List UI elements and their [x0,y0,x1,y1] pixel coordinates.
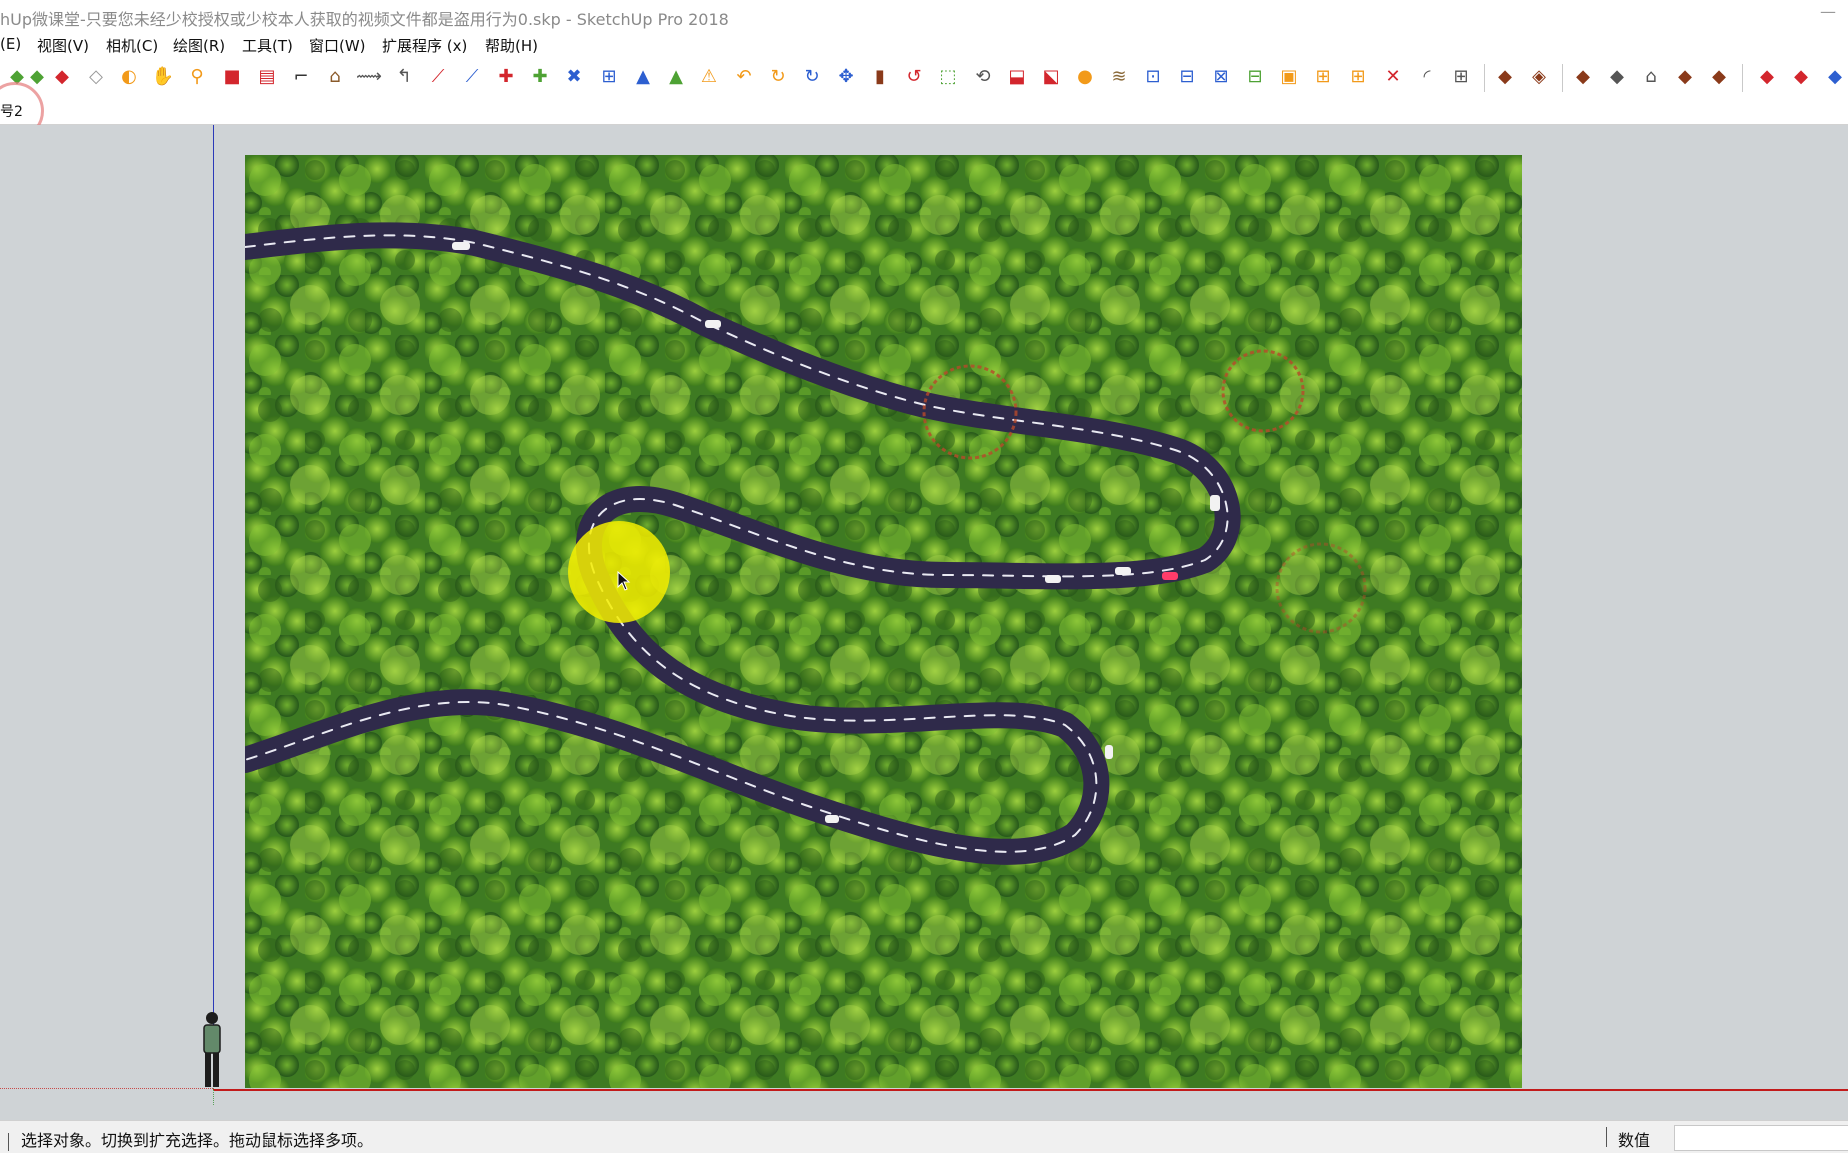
modeling-viewport[interactable] [0,125,1848,1125]
scene-tabs-bar: 号2 [0,98,1848,125]
arc-icon[interactable]: ⌐ [290,66,312,88]
paint-bucket-icon[interactable]: ◆ [26,66,48,88]
entity-info-icon[interactable]: ⊠ [1210,66,1232,88]
fog-icon[interactable]: ⬕ [1040,66,1062,88]
walk-icon[interactable]: ↻ [801,66,823,88]
toolbar-separator [1742,64,1743,92]
menu-camera[interactable]: 相机(C) [106,35,158,56]
sandbox-icon[interactable]: ✕ [1382,66,1404,88]
scale-icon[interactable]: ✖ [563,66,585,88]
shadow-icon[interactable]: ⬓ [1006,66,1028,88]
minimize-button[interactable]: — [1820,2,1836,21]
rectangle-icon[interactable]: ■ [221,66,243,88]
measurements-label: 数值 [1618,1131,1651,1150]
title-bar: hUp微课堂-只要您未经少校授权或少校本人获取的视频文件都是盗用行为0.skp … [0,0,1848,32]
orbit-icon[interactable]: ◐ [118,66,140,88]
window-title: hUp微课堂-只要您未经少校授权或少校本人获取的视频文件都是盗用行为0.skp … [0,10,729,29]
protractor-icon[interactable]: ▲ [632,66,654,88]
undo-icon[interactable]: ↺ [903,66,925,88]
mouse-cursor-icon [617,571,631,591]
instructor-icon[interactable]: ▣ [1278,66,1300,88]
large-toolset-toolbar: ◆ ◆ ◆ ◇ ◐ ✋ ⚲ ■ ▤ ⌐ ⌂ ⟿ ↰ ⟋ ⟋ ✚ ✚ ✖ ⊞ ▲ … [0,58,1848,99]
dimension-icon[interactable]: ▲ [665,66,687,88]
trim-icon[interactable]: ◆ [1824,66,1846,88]
eraser-icon[interactable]: ◆ [51,66,73,88]
extension-icon[interactable]: ◆ [1606,66,1628,88]
photo-match-icon[interactable]: ⊞ [1312,66,1334,88]
section-icon[interactable]: ▤ [256,66,278,88]
scene-icon[interactable]: ⊡ [1142,66,1164,88]
stamp-icon[interactable]: ◜ [1416,66,1438,88]
status-bar: 选择对象。切换到扩充选择。拖动鼠标选择多项。 数值 [0,1120,1848,1153]
flip-edge-icon[interactable]: ◈ [1528,66,1550,88]
rotate-icon[interactable]: ✚ [529,66,551,88]
drape-icon[interactable]: ⊞ [1450,66,1472,88]
toolbar-separator [1562,64,1563,92]
axes-icon[interactable]: ↶ [733,66,755,88]
follow-me-icon[interactable]: ⌂ [324,66,346,88]
toolbar-separator [1484,64,1485,92]
send-icon[interactable]: ◆ [1674,66,1696,88]
offset-icon[interactable]: ⟿ [356,66,382,88]
look-around-icon[interactable]: ✥ [835,66,857,88]
menu-bar: (E) 视图(V) 相机(C) 绘图(R) 工具(T) 窗口(W) 扩展程序 (… [0,32,1848,58]
line-icon[interactable]: ⟋ [461,66,483,88]
style-icon[interactable]: ⟲ [972,66,994,88]
share-icon[interactable]: ◆ [1708,66,1730,88]
status-message: 选择对象。切换到扩充选择。拖动鼠标选择多项。 [8,1127,373,1151]
status-text: 选择对象。切换到扩充选择。拖动鼠标选择多项。 [21,1131,374,1150]
text-icon[interactable]: ⚠ [698,66,720,88]
status-divider [8,1132,9,1151]
outliner-icon[interactable]: ≋ [1108,66,1130,88]
layer-icon[interactable]: ● [1074,66,1096,88]
menu-edit[interactable]: (E) [0,35,21,53]
measure-divider [1606,1127,1607,1147]
intersect-icon[interactable]: ◆ [1790,66,1812,88]
soften-icon[interactable]: ⊟ [1244,66,1266,88]
add-detail-icon[interactable]: ◆ [1494,66,1516,88]
zoom-icon[interactable]: ⚲ [186,66,208,88]
pushpull-icon[interactable]: ↰ [393,66,415,88]
menu-draw[interactable]: 绘图(R) [173,35,225,56]
redo-icon[interactable]: ⬚ [937,66,959,88]
geo-location-icon[interactable]: ⊞ [1347,66,1369,88]
position-camera-icon[interactable]: ▮ [869,66,891,88]
3d-text-icon[interactable]: ↻ [767,66,789,88]
warehouse-icon[interactable]: ◆ [1572,66,1594,88]
menu-tools[interactable]: 工具(T) [242,35,293,56]
red-axis-negative [0,1088,213,1089]
measurements-input[interactable] [1674,1125,1848,1151]
grid-icon[interactable]: ⊞ [598,66,620,88]
layout-icon[interactable]: ⌂ [1640,66,1662,88]
solid-icon[interactable]: ◆ [1756,66,1778,88]
tape-icon[interactable]: ◇ [85,66,107,88]
menu-help[interactable]: 帮助(H) [485,35,538,56]
imported-aerial-photo[interactable] [245,155,1522,1088]
menu-window[interactable]: 窗口(W) [309,35,366,56]
freehand-icon[interactable]: ⟋ [427,66,449,88]
blue-axis [213,125,214,1085]
move-icon[interactable]: ✚ [495,66,517,88]
scale-figure[interactable] [198,1010,226,1090]
pan-icon[interactable]: ✋ [152,66,174,88]
red-axis [213,1089,1848,1091]
menu-view[interactable]: 视图(V) [37,35,89,56]
materials-icon[interactable]: ⊟ [1176,66,1198,88]
menu-extensions[interactable]: 扩展程序 (x) [382,35,467,56]
